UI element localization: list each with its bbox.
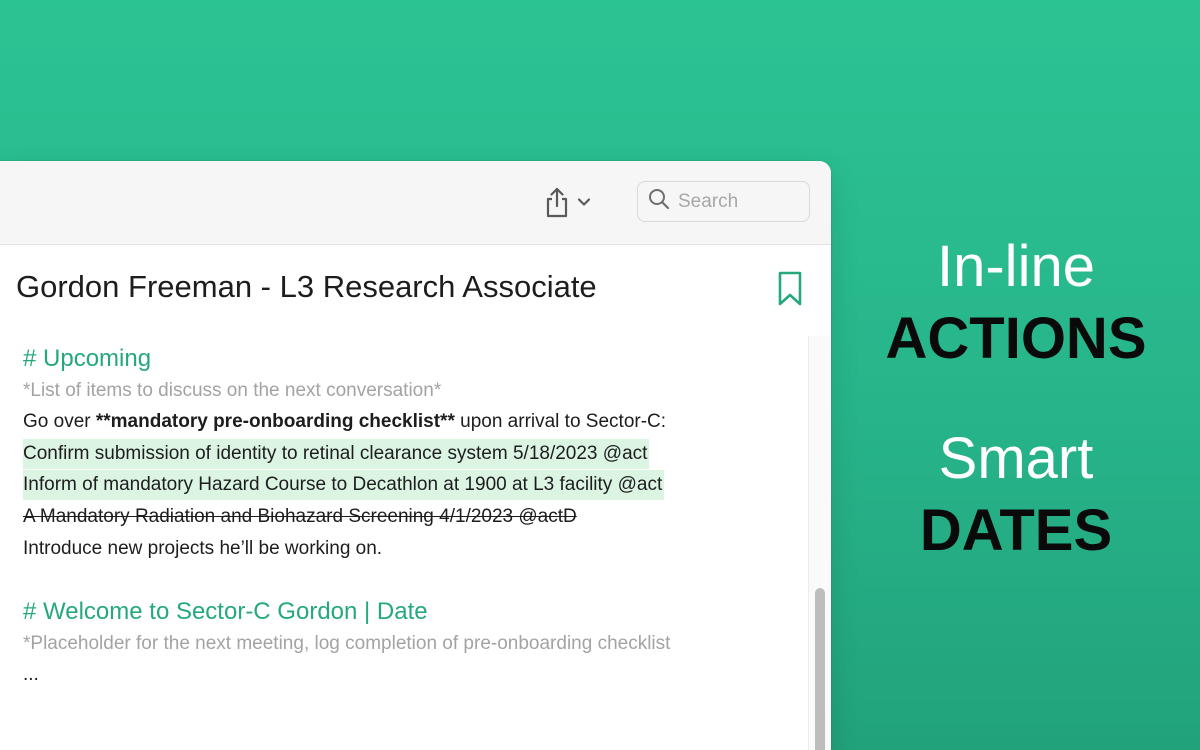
promo-smart: Smart (938, 426, 1094, 491)
checklist-intro-line: Go over **mandatory pre-onboarding check… (23, 406, 798, 438)
promo-dates: DATES (919, 498, 1113, 563)
bookmark-icon[interactable] (777, 271, 803, 307)
checklist-bold-text: **mandatory pre-onboarding checklist** (95, 411, 455, 433)
search-field[interactable] (637, 181, 810, 222)
search-input[interactable] (678, 190, 798, 213)
line-spacer (23, 564, 798, 596)
heading-welcome: # Welcome to Sector-C Gordon | Date (23, 598, 428, 626)
action-item-completed[interactable]: A Mandatory Radiation and Biohazard Scre… (23, 501, 798, 533)
scrollbar-thumb[interactable] (815, 588, 825, 750)
action-item-retinal[interactable]: Confirm submission of identity to retina… (23, 438, 798, 470)
note-editor[interactable]: # Upcoming *List of items to discuss on … (23, 343, 798, 691)
action-item-hazard-course[interactable]: Inform of mandatory Hazard Course to Dec… (23, 469, 798, 501)
projects-line: Introduce new projects he’ll be working … (23, 537, 383, 559)
promo-inline: In-line (937, 234, 1095, 299)
action-highlight: Confirm submission of identity to retina… (23, 438, 650, 469)
note-title[interactable]: Gordon Freeman - L3 Research Associate (16, 269, 597, 305)
search-icon (648, 188, 670, 215)
promo-actions: ACTIONS (885, 306, 1147, 371)
heading-upcoming: # Upcoming (23, 345, 152, 372)
share-menu-button[interactable] (543, 183, 605, 221)
chevron-down-icon (577, 197, 591, 207)
heading-welcome-subtitle: *Placeholder for the next meeting, log c… (23, 632, 671, 654)
heading-upcoming-subtitle: *List of items to discuss on the next co… (23, 379, 442, 401)
ellipsis-line: ... (23, 664, 39, 686)
notes-window: Gordon Freeman - L3 Research Associate #… (0, 161, 831, 750)
window-toolbar (0, 161, 831, 245)
scrollbar-track[interactable] (808, 336, 831, 750)
action-highlight: Inform of mandatory Hazard Course to Dec… (23, 470, 665, 501)
checklist-intro-text: Go over (23, 411, 96, 433)
share-icon (543, 186, 571, 218)
checklist-intro-suffix: upon arrival to Sector-C: (454, 411, 667, 433)
